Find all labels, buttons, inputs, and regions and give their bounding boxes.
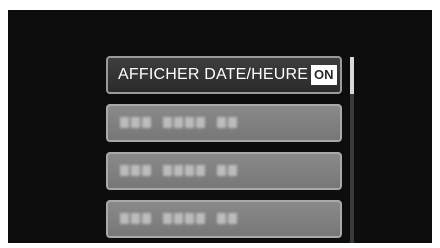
menu-item-placeholder[interactable] xyxy=(106,104,342,142)
blurred-label xyxy=(120,117,237,128)
blurred-word xyxy=(217,165,237,176)
blurred-glyph xyxy=(228,117,237,128)
blurred-word xyxy=(120,213,151,224)
blurred-word xyxy=(163,117,205,128)
blurred-glyph xyxy=(120,117,129,128)
blurred-word xyxy=(217,117,237,128)
menu-scrollbar[interactable] xyxy=(350,57,354,243)
blurred-glyph xyxy=(120,213,129,224)
blurred-glyph xyxy=(163,117,172,128)
menu-item-placeholder[interactable] xyxy=(106,200,342,238)
blurred-glyph xyxy=(142,213,151,224)
blurred-word xyxy=(217,213,237,224)
blurred-glyph xyxy=(217,117,226,128)
blurred-glyph xyxy=(163,165,172,176)
menu-item-display-date-time[interactable]: AFFICHER DATE/HEURE ON xyxy=(106,56,342,94)
blurred-glyph xyxy=(228,165,237,176)
blurred-glyph xyxy=(163,213,172,224)
blurred-label xyxy=(120,165,237,176)
blurred-word xyxy=(120,165,151,176)
blurred-glyph xyxy=(217,213,226,224)
blurred-glyph xyxy=(120,165,129,176)
blurred-glyph xyxy=(174,165,183,176)
camera-menu-screen: AFFICHER DATE/HEURE ON xyxy=(8,10,432,243)
blurred-glyph xyxy=(217,165,226,176)
blurred-glyph xyxy=(174,117,183,128)
menu-item-label: AFFICHER DATE/HEURE xyxy=(118,66,309,83)
on-status-badge: ON xyxy=(311,65,337,85)
blurred-glyph xyxy=(196,213,205,224)
blurred-glyph xyxy=(174,213,183,224)
blurred-glyph xyxy=(228,213,237,224)
blurred-glyph xyxy=(131,165,140,176)
blurred-glyph xyxy=(131,117,140,128)
scrollbar-thumb[interactable] xyxy=(350,57,354,94)
blurred-glyph xyxy=(196,165,205,176)
blurred-glyph xyxy=(142,165,151,176)
blurred-glyph xyxy=(196,117,205,128)
blurred-label xyxy=(120,213,237,224)
blurred-word xyxy=(163,213,205,224)
blurred-glyph xyxy=(131,213,140,224)
blurred-glyph xyxy=(185,213,194,224)
menu-item-placeholder[interactable] xyxy=(106,152,342,190)
blurred-glyph xyxy=(185,165,194,176)
blurred-glyph xyxy=(185,117,194,128)
blurred-word xyxy=(163,165,205,176)
blurred-word xyxy=(120,117,151,128)
blurred-glyph xyxy=(142,117,151,128)
